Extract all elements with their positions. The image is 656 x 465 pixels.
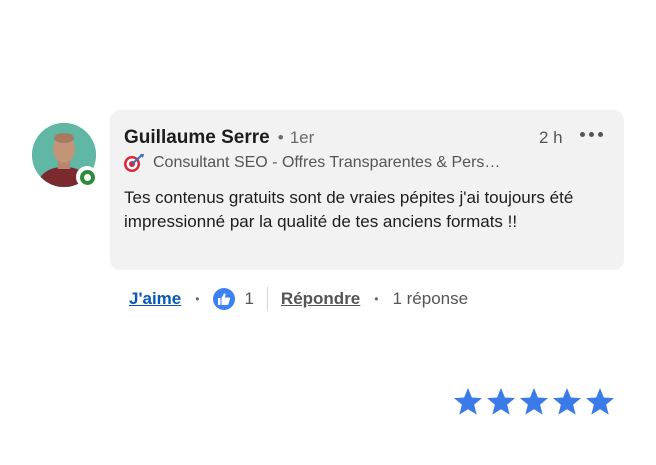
reaction-count[interactable]: 1 bbox=[244, 289, 253, 309]
star-icon bbox=[586, 388, 614, 415]
separator-dot: • bbox=[374, 292, 379, 306]
comment-actions-bar: J'aime • 1 Répondre • 1 réponse bbox=[129, 285, 468, 313]
star-rating bbox=[452, 386, 616, 418]
online-status-indicator bbox=[76, 166, 98, 188]
author-name[interactable]: Guillaume Serre bbox=[124, 127, 270, 149]
comment-timestamp: 2 h bbox=[539, 128, 563, 147]
reply-count[interactable]: 1 réponse bbox=[392, 289, 468, 309]
author-line: Guillaume Serre • 1er bbox=[124, 127, 314, 149]
actions-divider bbox=[266, 287, 268, 311]
thumbs-up-icon[interactable] bbox=[213, 288, 236, 310]
author-headline-row: Consultant SEO - Offres Transparentes & … bbox=[123, 153, 563, 173]
reply-button[interactable]: Répondre bbox=[281, 289, 360, 309]
connection-degree: • 1er bbox=[277, 128, 315, 147]
star-icon bbox=[553, 388, 581, 415]
more-options-icon[interactable] bbox=[580, 132, 603, 137]
star-icon bbox=[487, 388, 515, 415]
like-button[interactable]: J'aime bbox=[129, 289, 181, 309]
comment-text: Tes contenus gratuits sont de vraies pép… bbox=[124, 188, 574, 231]
author-headline: Consultant SEO - Offres Transparentes & … bbox=[153, 154, 501, 171]
target-dart-icon bbox=[124, 154, 144, 172]
star-icon bbox=[454, 388, 482, 415]
separator-dot: • bbox=[195, 292, 200, 306]
star-icon bbox=[520, 388, 548, 415]
comment-bubble: Guillaume Serre • 1er 2 h Consultant SEO … bbox=[110, 110, 624, 270]
linkedin-comment-card: Guillaume Serre • 1er 2 h Consultant SEO … bbox=[0, 0, 656, 465]
